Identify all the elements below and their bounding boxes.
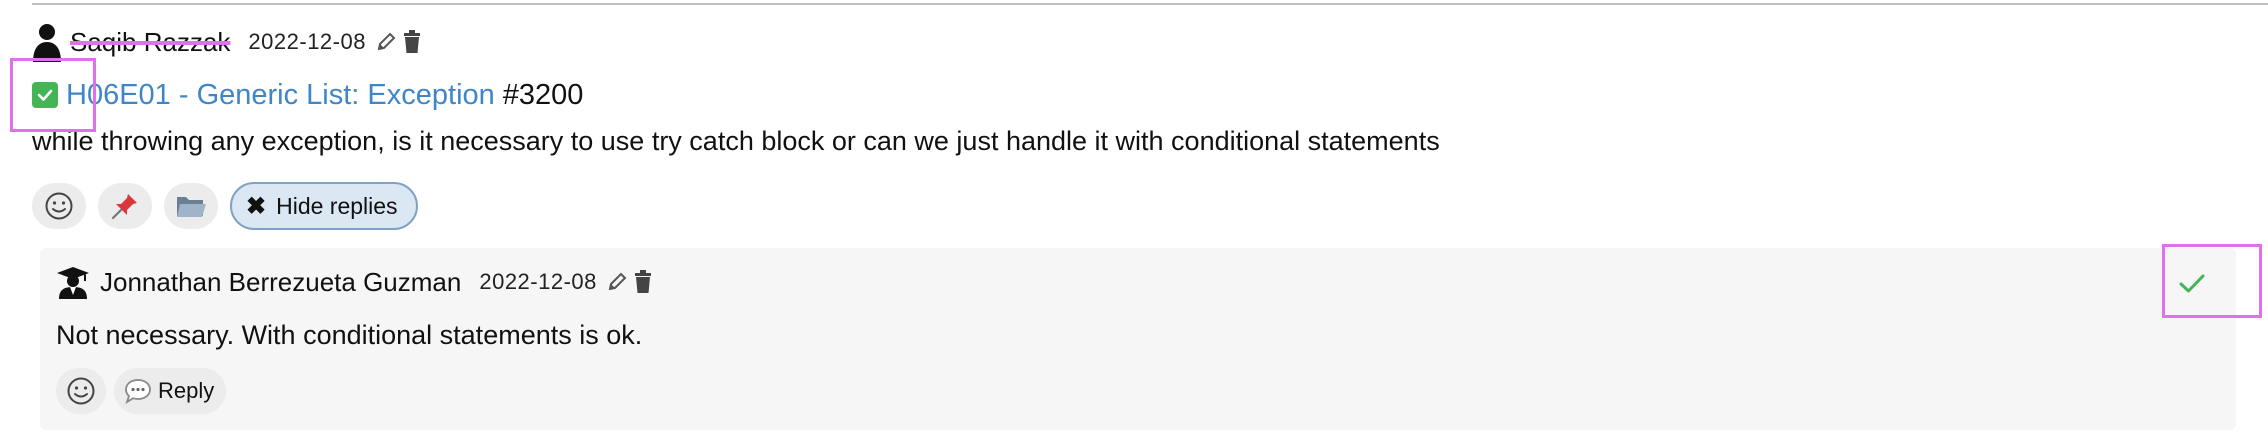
post-actions: ✖ Hide replies [32, 182, 418, 230]
post-number: #3200 [502, 78, 584, 111]
speech-bubble-icon [124, 378, 152, 404]
top-divider [32, 3, 2268, 5]
post-title-row: H06E01 - Generic List: Exception #3200 [32, 72, 583, 118]
graduation-cap-icon [56, 265, 90, 299]
smiley-icon [45, 192, 73, 220]
pencil-icon[interactable] [376, 31, 396, 53]
check-icon[interactable] [2170, 262, 2214, 306]
reply-label: Reply [158, 378, 215, 403]
folder-icon [177, 197, 206, 217]
reply-button[interactable]: Reply [114, 368, 227, 414]
archive-button[interactable] [164, 183, 218, 229]
hide-replies-label: Hide replies [276, 192, 398, 219]
post-header: Saqib Razzak 2022-12-08 [32, 20, 422, 64]
post-author[interactable]: Saqib Razzak [70, 27, 230, 58]
reply-emoji-button[interactable] [56, 368, 106, 414]
post-title-link[interactable]: H06E01 - Generic List: Exception [66, 79, 495, 112]
reply-header: Jonnathan Berrezueta Guzman 2022-12-08 [56, 262, 653, 302]
reply-card: Jonnathan Berrezueta Guzman 2022-12-08 N… [40, 248, 2236, 430]
person-icon [32, 22, 62, 62]
trash-icon[interactable] [402, 30, 422, 54]
emoji-reaction-button[interactable] [32, 183, 86, 229]
pencil-icon[interactable] [607, 271, 627, 293]
check-badge-icon [32, 82, 58, 108]
smiley-icon [67, 377, 95, 405]
x-icon: ✖ [246, 192, 267, 220]
trash-icon[interactable] [633, 270, 653, 294]
pin-button[interactable] [98, 183, 152, 229]
reply-date: 2022-12-08 [479, 269, 597, 294]
reply-author[interactable]: Jonnathan Berrezueta Guzman [100, 267, 461, 298]
hide-replies-button[interactable]: ✖ Hide replies [230, 182, 418, 230]
post-body: while throwing any exception, is it nece… [32, 126, 1440, 156]
pushpin-icon [111, 194, 137, 220]
post-date: 2022-12-08 [248, 29, 366, 54]
reply-actions: Reply [56, 368, 227, 414]
reply-body: Not necessary. With conditional statemen… [56, 320, 643, 350]
